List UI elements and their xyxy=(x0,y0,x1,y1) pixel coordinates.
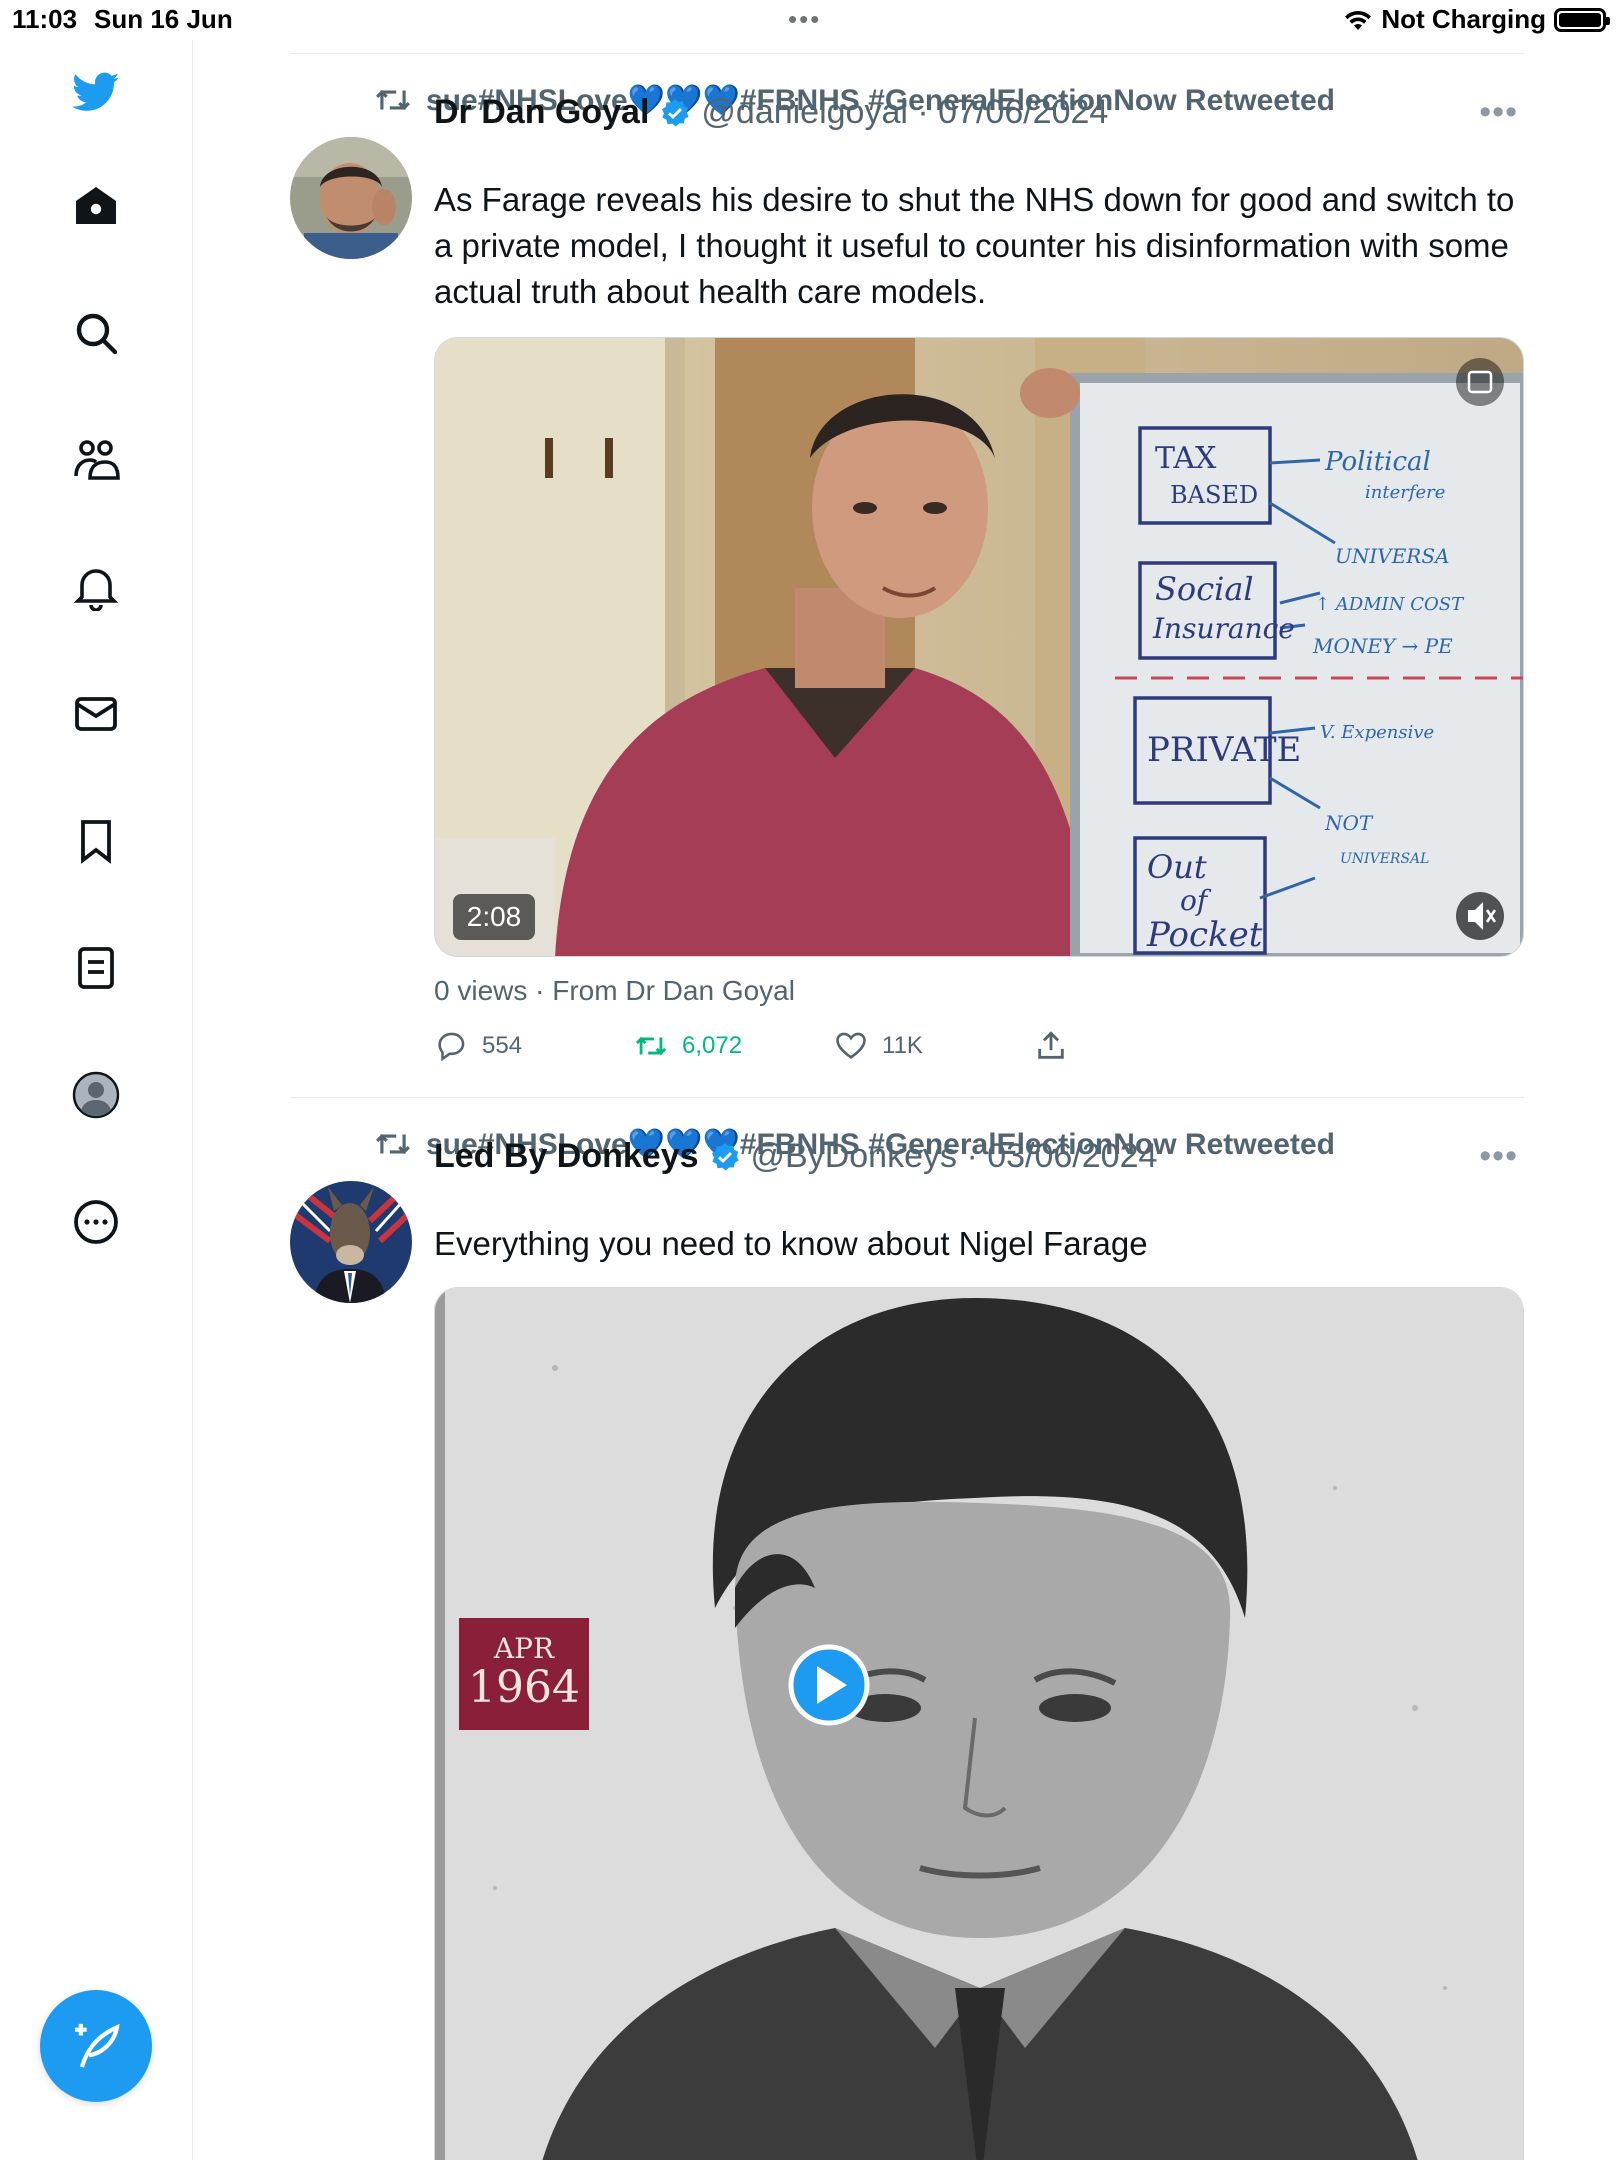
mute-icon[interactable] xyxy=(1456,892,1504,940)
views-source: 0 views · From Dr Dan Goyal xyxy=(434,975,795,1006)
video-duration: 2:08 xyxy=(466,901,522,932)
sidebar xyxy=(0,40,193,2160)
reply-count: 554 xyxy=(482,1032,523,1059)
charging-status: Not Charging xyxy=(1381,4,1546,34)
like-button[interactable]: 11K xyxy=(834,1029,1034,1063)
whiteboard-universal: UNIVERSA xyxy=(1335,544,1450,568)
avatar-led-by-donkeys xyxy=(290,1181,412,1303)
video-thumbnail: TAX BASED Social Insurance PRIVATE Out o… xyxy=(435,338,1523,956)
avatar[interactable] xyxy=(290,1181,412,1303)
lists-icon[interactable] xyxy=(66,938,126,998)
whiteboard-admin: ↑ ADMIN COST xyxy=(1315,594,1465,615)
tweet-more-icon[interactable]: ••• xyxy=(1479,1137,1518,1176)
messages-icon[interactable] xyxy=(66,684,126,744)
compose-feather-icon xyxy=(75,2023,120,2068)
date-badge-month: APR xyxy=(493,1632,555,1665)
wifi-icon xyxy=(1345,10,1372,30)
whiteboard-expensive: V. Expensive xyxy=(1320,722,1434,743)
tweet-video[interactable]: APR 1964 xyxy=(434,1287,1524,2160)
notifications-icon[interactable] xyxy=(66,557,126,617)
whiteboard-private: PRIVATE xyxy=(1147,730,1301,770)
whiteboard-interference: interfere xyxy=(1365,482,1445,503)
home-icon[interactable] xyxy=(66,176,126,236)
reply-icon xyxy=(438,1032,465,1062)
battery-icon xyxy=(1554,7,1610,32)
avatar[interactable] xyxy=(290,137,412,259)
author-name[interactable]: Led By Donkeys xyxy=(434,1137,699,1176)
retweet-icon xyxy=(376,89,410,111)
retweet-count: 6,072 xyxy=(682,1032,743,1059)
status-time: 11:03 xyxy=(12,4,78,34)
whiteboard-political: Political xyxy=(1324,447,1431,477)
author-name[interactable]: Dr Dan Goyal xyxy=(434,93,649,132)
retweet-icon xyxy=(635,1036,667,1056)
whiteboard-of: of xyxy=(1180,884,1212,917)
date-badge-year: 1964 xyxy=(468,1662,580,1713)
retweet-button[interactable]: 6,072 xyxy=(634,1029,834,1063)
status-right: Not Charging xyxy=(1343,4,1610,35)
reply-button[interactable]: 554 xyxy=(434,1029,634,1063)
whiteboard-out: Out xyxy=(1147,848,1207,886)
avatar-dan-goyal xyxy=(290,137,412,259)
tweet-header: Led By Donkeys @ByDonkeys · 03/06/2024 xyxy=(434,1137,1157,1176)
author-handle-date[interactable]: @danielgoyal · 07/06/2024 xyxy=(701,93,1108,132)
tweet-text: As Farage reveals his desire to shut the… xyxy=(434,181,1515,310)
profile-icon[interactable] xyxy=(66,1065,126,1125)
whiteboard-money: MONEY → PE xyxy=(1312,634,1453,658)
share-icon xyxy=(1038,1031,1064,1059)
tweet-header: Dr Dan Goyal @danielgoyal · 07/06/2024 xyxy=(434,93,1108,132)
verified-badge-icon xyxy=(662,98,689,126)
whiteboard-based: BASED xyxy=(1170,481,1258,509)
heart-icon xyxy=(836,1032,866,1059)
video-thumbnail xyxy=(435,1288,1523,2160)
retweet-icon xyxy=(376,1133,410,1155)
tweet-video[interactable]: TAX BASED Social Insurance PRIVATE Out o… xyxy=(434,337,1524,957)
picture-in-picture-icon[interactable] xyxy=(1456,358,1504,406)
multitasking-dots-icon[interactable]: ••• xyxy=(788,4,821,35)
play-icon[interactable] xyxy=(789,1645,869,1725)
tweet-item[interactable]: sue#NHSLove💙💙💙#FBNHS #GeneralElectionNow… xyxy=(290,1097,1524,2160)
communities-icon[interactable] xyxy=(66,430,126,490)
whiteboard-not: NOT xyxy=(1324,811,1374,835)
tweet-actions: 554 6,072 11K xyxy=(434,1029,1234,1063)
whiteboard-tax: TAX xyxy=(1155,441,1217,476)
whiteboard-pocket: Pocket xyxy=(1146,915,1263,955)
tweet-item[interactable]: sue#NHSLove💙💙💙#FBNHS #GeneralElectionNow… xyxy=(290,53,1524,1097)
whiteboard-insurance: Insurance xyxy=(1152,612,1295,645)
whiteboard-universal2: UNIVERSAL xyxy=(1340,851,1429,867)
like-count: 11K xyxy=(882,1032,923,1059)
compose-tweet-button[interactable] xyxy=(40,1990,152,2102)
bookmarks-icon[interactable] xyxy=(66,811,126,871)
verified-badge-icon xyxy=(711,1142,739,1170)
search-icon[interactable] xyxy=(66,303,126,363)
tweet-text: Everything you need to know about Nigel … xyxy=(434,1225,1148,1262)
status-date: Sun 16 Jun xyxy=(94,4,233,34)
share-button[interactable] xyxy=(1034,1029,1234,1063)
status-bar: 11:03 Sun 16 Jun ••• Not Charging xyxy=(0,0,1620,40)
author-handle-date[interactable]: @ByDonkeys · 03/06/2024 xyxy=(751,1137,1158,1176)
tweet-more-icon[interactable]: ••• xyxy=(1479,93,1518,132)
whiteboard-social: Social xyxy=(1155,570,1254,608)
twitter-bird-icon[interactable] xyxy=(66,62,126,122)
more-icon[interactable] xyxy=(66,1192,126,1252)
